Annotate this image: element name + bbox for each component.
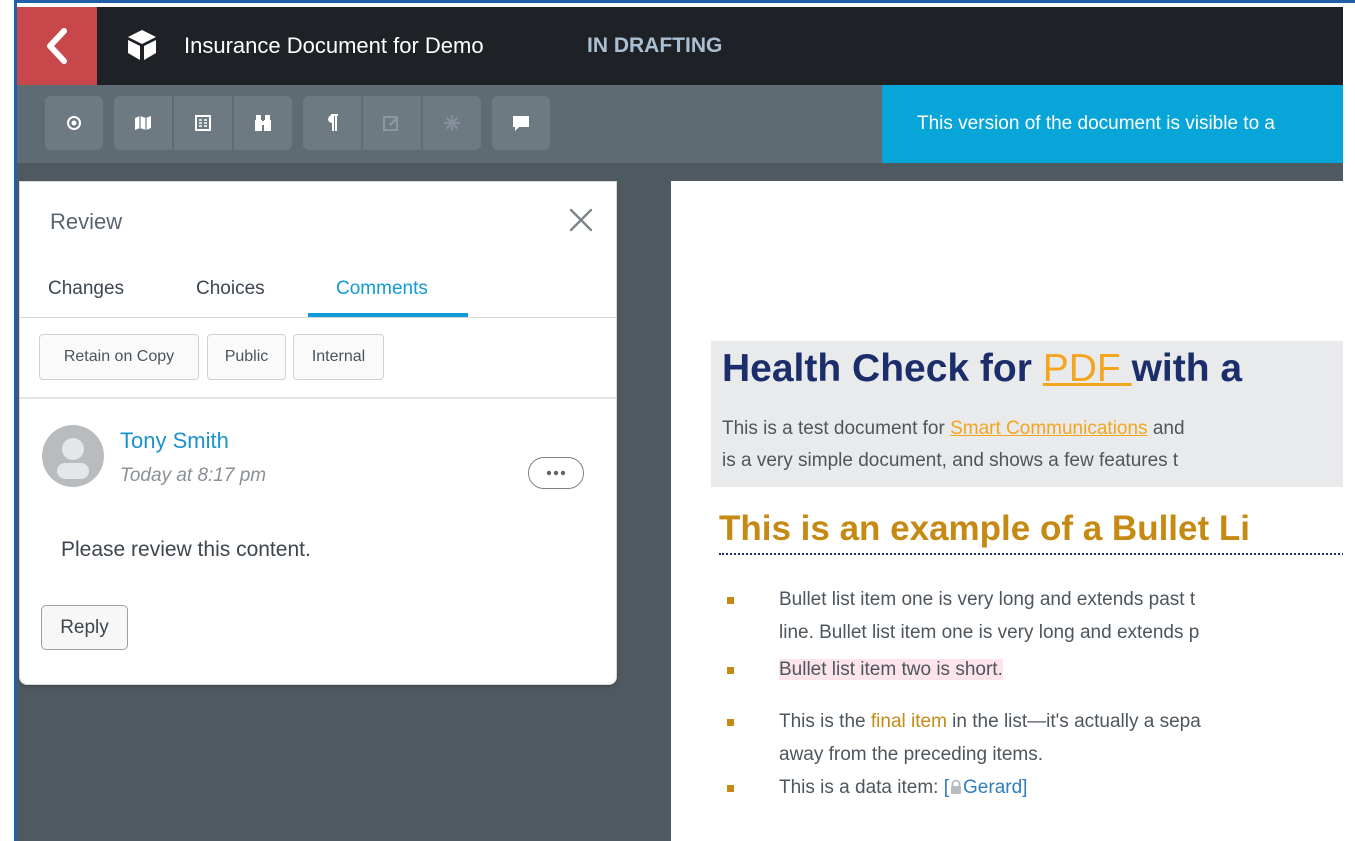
- comment-text: Please review this content.: [61, 538, 311, 561]
- panel-title: Review: [50, 209, 123, 234]
- retain-on-copy-filter[interactable]: Retain on Copy: [39, 334, 199, 380]
- map-icon: [135, 116, 151, 130]
- app-header: Insurance Document for Demo IN DRAFTING: [17, 7, 1343, 85]
- tab-comments[interactable]: Comments: [336, 278, 428, 300]
- back-button[interactable]: [17, 7, 97, 85]
- document-status: IN DRAFTING: [587, 34, 723, 57]
- document-heading: Health Check for PDF with a: [722, 347, 1242, 391]
- bullet-marker: [727, 667, 734, 674]
- toolbar: This version of the document is visible …: [17, 85, 1343, 163]
- bullet-item-1-line-2: line. Bullet list item one is very long …: [779, 622, 1200, 643]
- bullet-marker: [727, 719, 734, 726]
- heading-suffix: with a: [1131, 347, 1243, 390]
- comments-button[interactable]: [492, 96, 550, 150]
- intro-line-1: This is a test document for Smart Commun…: [722, 413, 1185, 445]
- bullet-item-4: This is a data item: [Gerard]: [779, 771, 1027, 804]
- bullet-text: This is a data item:: [779, 777, 944, 798]
- user-avatar-icon: [57, 438, 89, 479]
- columns-icon: [195, 115, 211, 131]
- bullet-text: This is the: [779, 711, 871, 732]
- pdf-link-text: PDF: [1042, 347, 1121, 390]
- intro-line-2: is a very simple document, and shows a f…: [722, 450, 1179, 471]
- layout-button[interactable]: [174, 96, 232, 150]
- heading-text: Health Check for: [722, 347, 1043, 390]
- filters-divider: [20, 397, 616, 399]
- section-heading: This is an example of a Bullet Li: [719, 509, 1343, 555]
- public-filter[interactable]: Public: [207, 334, 286, 380]
- data-field-gerard[interactable]: [Gerard]: [944, 777, 1028, 798]
- bullet-marker: [727, 597, 734, 604]
- comment-options-button[interactable]: [528, 457, 584, 489]
- pdf-link[interactable]: PDF: [1043, 347, 1132, 390]
- bullet-item-3-line-2: away from the preceding items.: [779, 744, 1044, 765]
- data-field-value: Gerard]: [963, 777, 1028, 798]
- app-window: Insurance Document for Demo IN DRAFTING: [0, 0, 1355, 841]
- intro-paragraph: This is a test document for Smart Commun…: [722, 413, 1185, 477]
- intro-text: This is a test document for: [722, 418, 951, 439]
- selection-border-top: [14, 0, 1355, 7]
- avatar: [42, 425, 104, 487]
- comment-icon: [513, 116, 529, 131]
- tab-changes[interactable]: Changes: [48, 278, 124, 300]
- commented-text-highlight[interactable]: Bullet list item two is short.: [779, 659, 1003, 680]
- find-button[interactable]: [234, 96, 292, 150]
- tabs-divider: [20, 317, 616, 318]
- comment-timestamp: Today at 8:17 pm: [120, 465, 267, 486]
- bullet-item-1-line-1: Bullet list item one is very long and ex…: [779, 589, 1196, 610]
- smart-communications-link[interactable]: Smart Communications: [950, 418, 1147, 439]
- bullet-item-2: Bullet list item two is short.: [779, 653, 1003, 686]
- bullet-text-suffix: in the list—it's actually a sepa: [946, 711, 1201, 732]
- bullet-marker: [727, 785, 734, 792]
- edit-button[interactable]: [363, 96, 421, 150]
- final-item-text: final item: [870, 711, 947, 732]
- cube-icon: [128, 30, 156, 60]
- chevron-left-icon: [47, 28, 67, 64]
- map-button[interactable]: [114, 96, 172, 150]
- document-title: Insurance Document for Demo: [184, 33, 484, 58]
- binoculars-icon: [255, 115, 271, 131]
- ellipsis-icon: [546, 470, 566, 476]
- pilcrow-icon: [328, 114, 338, 131]
- internal-filter[interactable]: Internal: [293, 334, 384, 380]
- visibility-banner: This version of the document is visible …: [882, 85, 1343, 163]
- close-icon[interactable]: [568, 207, 594, 233]
- eye-icon: [67, 116, 81, 130]
- asterisk-icon: [444, 115, 460, 131]
- preview-button[interactable]: [45, 96, 103, 150]
- intro-text-suffix: and: [1147, 418, 1185, 439]
- reply-button[interactable]: Reply: [41, 605, 128, 650]
- lock-icon: [951, 779, 962, 794]
- review-panel: Review Changes Choices Comments Retain o…: [19, 181, 617, 685]
- document-page: Health Check for PDF with a This is a te…: [671, 181, 1343, 841]
- formatting-marks-button[interactable]: [303, 96, 361, 150]
- comment-author[interactable]: Tony Smith: [120, 428, 229, 454]
- bullet-item-3-line-1: This is the final item in the list—it's …: [779, 705, 1201, 738]
- smart-button[interactable]: [423, 96, 481, 150]
- tab-choices[interactable]: Choices: [196, 278, 265, 300]
- edit-icon: [383, 116, 399, 131]
